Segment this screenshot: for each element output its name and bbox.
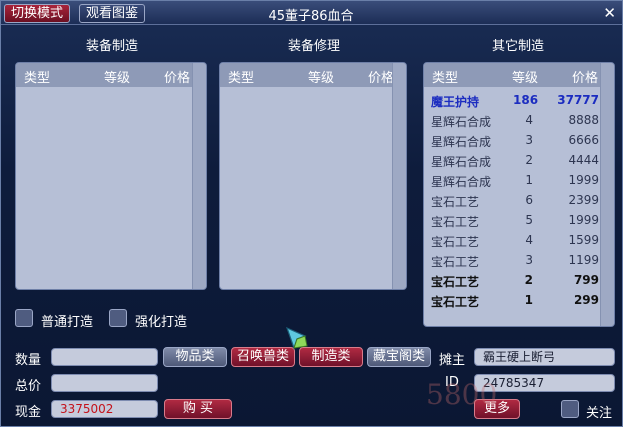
other-list-row[interactable]: 宝石工艺 6 2399 [424,190,600,210]
total-price-label: 总价 [15,379,42,394]
row-level: 4 [525,233,533,247]
row-type: 星辉石合成 [431,135,492,149]
row-price: 1199 [568,253,599,267]
row-price: 4444 [568,153,599,167]
header-level: 等级 [308,71,335,86]
total-price-field [51,374,158,392]
row-level: 1 [524,293,533,307]
header-level: 等级 [512,71,539,86]
follow-label: 关注 [586,406,613,421]
row-level: 6 [525,193,533,207]
window-title: 45董子86血合 [268,9,354,24]
row-level: 5 [525,213,533,227]
craft-list-panel[interactable]: 类型 等级 价格 [15,62,207,290]
cash-field: 3375002 [51,400,158,418]
row-price: 1999 [568,213,599,227]
other-list-row[interactable]: 星辉石合成 2 4444 [424,150,600,170]
other-list-header: 类型 等级 价格 [424,63,614,87]
row-price: 1999 [568,173,599,187]
header-type: 类型 [432,71,459,86]
craft-list-scrollbar[interactable] [192,63,206,289]
normal-forge-checkbox[interactable] [15,309,33,327]
other-list-row[interactable]: 星辉石合成 3 6666 [424,130,600,150]
header-type: 类型 [228,71,255,86]
treasure-category-button[interactable]: 藏宝阁类 [367,347,431,367]
repair-list-header: 类型 等级 价格 [220,63,406,87]
row-level: 3 [525,253,533,267]
view-catalog-button[interactable]: 观看图鉴 [79,4,146,23]
quantity-input[interactable] [51,348,158,366]
items-category-button[interactable]: 物品类 [163,347,227,367]
other-list-row[interactable]: 星辉石合成 4 8888 [424,110,600,130]
watermark: 5800 [426,378,498,411]
quantity-label: 数量 [15,353,42,368]
header-price: 价格 [368,71,395,86]
row-price: 299 [573,293,599,307]
titlebar: 切换模式 观看图鉴 45董子86血合 ✕ [1,1,622,25]
other-list-panel[interactable]: 类型 等级 价格 魔王护持 186 37777 星辉石合成 4 8888 星辉石合成 3 666… [423,62,615,327]
section-title-other: 其它制造 [491,39,544,54]
row-level: 4 [525,113,533,127]
row-price: 8888 [568,113,599,127]
row-type: 宝石工艺 [431,195,480,209]
follow-checkbox[interactable] [561,400,579,418]
seller-name-field: 霸王硬上断弓 [474,348,615,366]
other-list-row[interactable]: 宝石工艺 1 299 [424,290,600,310]
header-level: 等级 [104,71,131,86]
enhance-forge-label: 强化打造 [135,315,188,330]
section-title-craft: 装备制造 [85,39,138,54]
repair-list-scrollbar[interactable] [392,63,406,289]
enhance-forge-checkbox[interactable] [109,309,127,327]
other-list-row[interactable]: 宝石工艺 3 1199 [424,250,600,270]
cash-label: 现金 [15,405,42,420]
other-list-row[interactable]: 星辉石合成 1 1999 [424,170,600,190]
header-type: 类型 [24,71,51,86]
row-type: 宝石工艺 [431,255,480,269]
row-price: 799 [573,273,599,287]
row-level: 2 [525,153,533,167]
row-level: 2 [524,273,533,287]
row-type: 宝石工艺 [431,215,480,229]
row-type: 宝石工艺 [431,295,480,309]
craft-list-header: 类型 等级 价格 [16,63,206,87]
mouse-cursor-icon [285,326,308,350]
other-list-row[interactable]: 魔王护持 186 37777 [424,90,600,110]
row-price: 37777 [557,93,599,107]
header-price: 价格 [164,71,191,86]
stall-window: 切换模式 观看图鉴 45董子86血合 ✕ 装备制造 装备修理 其它制造 类型 等… [0,0,623,427]
header-price: 价格 [572,71,599,86]
other-list-row[interactable]: 宝石工艺 2 799 [424,270,600,290]
row-level: 3 [525,133,533,147]
row-type: 星辉石合成 [431,155,492,169]
section-title-repair: 装备修理 [287,39,340,54]
other-list-row[interactable]: 宝石工艺 5 1999 [424,210,600,230]
other-list-scrollbar[interactable] [600,63,614,326]
row-price: 1599 [568,233,599,247]
normal-forge-label: 普通打造 [41,315,94,330]
row-type: 魔王护持 [431,95,480,109]
buy-button[interactable]: 购 买 [164,399,232,419]
row-type: 星辉石合成 [431,175,492,189]
row-price: 6666 [568,133,599,147]
switch-mode-button[interactable]: 切换模式 [4,4,71,23]
row-level: 186 [513,93,539,107]
row-type: 宝石工艺 [431,275,480,289]
row-price: 2399 [568,193,599,207]
other-list-row[interactable]: 宝石工艺 4 1599 [424,230,600,250]
repair-list-panel[interactable]: 类型 等级 价格 [219,62,407,290]
row-level: 1 [525,173,533,187]
close-icon[interactable]: ✕ [603,5,616,21]
seller-label: 摊主 [439,353,466,368]
row-type: 宝石工艺 [431,235,480,249]
row-type: 星辉石合成 [431,115,492,129]
